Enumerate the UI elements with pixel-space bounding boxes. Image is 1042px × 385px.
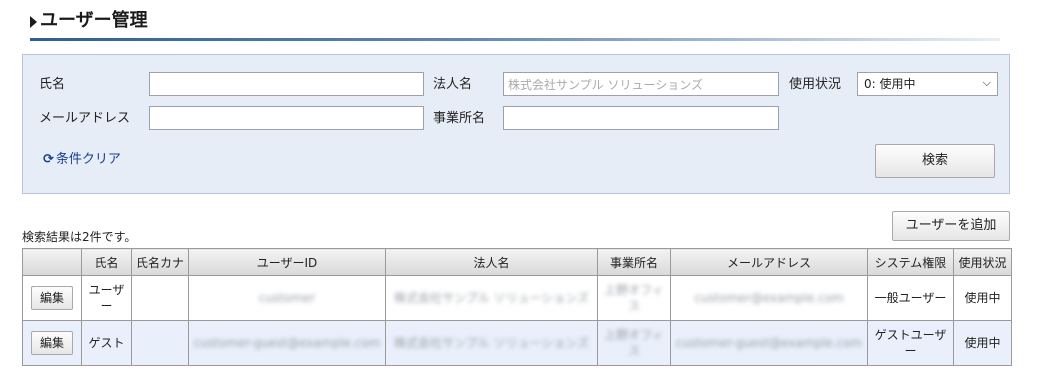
result-count: 検索結果は2件です。	[22, 230, 137, 244]
user-id-value: customer	[258, 291, 316, 305]
chevron-down-icon: ⌵	[982, 76, 991, 89]
col-header-email[interactable]: メールアドレス	[670, 248, 868, 276]
role-cell: 一般ユーザー	[867, 275, 954, 321]
col-header-role[interactable]: システム権限	[867, 248, 954, 276]
status-selected-value: 0: 使用中	[864, 77, 916, 91]
edit-cell: 編集	[22, 275, 82, 321]
corp-input[interactable]	[503, 72, 779, 96]
email-label: メールアドレス	[39, 111, 131, 126]
name-label: 氏名	[39, 77, 66, 92]
user-id-cell: customer	[188, 275, 386, 321]
office-cell: 上野オフィス	[597, 320, 671, 366]
title-underline	[30, 38, 1000, 41]
clear-conditions-label: 条件クリア	[55, 152, 121, 167]
office-cell: 上野オフィス	[597, 275, 671, 321]
edit-button[interactable]: 編集	[30, 331, 73, 355]
email-input[interactable]	[149, 106, 424, 130]
corp-cell: 株式会社サンプル ソリューションズ	[385, 320, 598, 366]
office-value: 上野オフィス	[604, 283, 664, 313]
email-cell: customer@example.com	[670, 275, 868, 321]
page-header: ユーザー管理	[30, 8, 1000, 42]
col-header-user-id[interactable]: ユーザーID	[188, 248, 386, 276]
col-header-corp[interactable]: 法人名	[385, 248, 598, 276]
table-row: 編集 ゲスト customer-guest@example.com 株式会社サン…	[22, 320, 1012, 366]
corp-label: 法人名	[433, 77, 473, 92]
col-header-kana[interactable]: 氏名カナ	[131, 248, 189, 276]
edit-button[interactable]: 編集	[30, 286, 73, 310]
caret-right-icon	[30, 16, 37, 28]
results-table: 氏名 氏名カナ ユーザーID 法人名 事業所名 メールアドレス システム権限 使…	[22, 248, 1012, 366]
email-cell: customer-guest@example.com	[670, 320, 868, 366]
status-label: 使用状況	[789, 77, 842, 92]
office-input[interactable]	[503, 106, 779, 130]
office-label: 事業所名	[433, 111, 486, 126]
status-select[interactable]: 0: 使用中 ⌵	[857, 72, 998, 96]
col-header-status[interactable]: 使用状況	[953, 248, 1012, 276]
search-panel: 氏名 法人名 使用状況 0: 使用中 ⌵ メールアドレス 事業所名 ⟳条件クリア…	[22, 54, 1010, 194]
table-row: 編集 ユーザー customer 株式会社サンプル ソリューションズ 上野オフィ…	[22, 275, 1012, 321]
status-cell: 使用中	[953, 275, 1012, 321]
user-id-value: customer-guest@example.com	[193, 336, 381, 350]
kana-cell	[131, 320, 189, 366]
col-header-edit	[22, 248, 82, 276]
add-user-button[interactable]: ユーザーを追加	[892, 211, 1010, 241]
name-input[interactable]	[149, 72, 424, 96]
name-cell: ユーザー	[81, 275, 132, 321]
email-value: customer@example.com	[694, 291, 844, 305]
refresh-icon: ⟳	[43, 152, 54, 167]
corp-value: 株式会社サンプル ソリューションズ	[394, 336, 589, 350]
col-header-office[interactable]: 事業所名	[597, 248, 671, 276]
corp-cell: 株式会社サンプル ソリューションズ	[385, 275, 598, 321]
edit-cell: 編集	[22, 320, 82, 366]
name-cell: ゲスト	[81, 320, 132, 366]
col-header-name[interactable]: 氏名	[81, 248, 132, 276]
page-title: ユーザー管理	[40, 10, 148, 31]
search-button[interactable]: 検索	[875, 144, 995, 178]
role-cell: ゲストユーザー	[867, 320, 954, 366]
table-header-row: 氏名 氏名カナ ユーザーID 法人名 事業所名 メールアドレス システム権限 使…	[22, 248, 1012, 276]
office-value: 上野オフィス	[604, 328, 664, 358]
kana-cell	[131, 275, 189, 321]
status-cell: 使用中	[953, 320, 1012, 366]
clear-conditions-link[interactable]: ⟳ 条件クリア	[43, 151, 121, 169]
corp-value: 株式会社サンプル ソリューションズ	[394, 291, 589, 305]
email-value: customer-guest@example.com	[675, 336, 863, 350]
user-id-cell: customer-guest@example.com	[188, 320, 386, 366]
